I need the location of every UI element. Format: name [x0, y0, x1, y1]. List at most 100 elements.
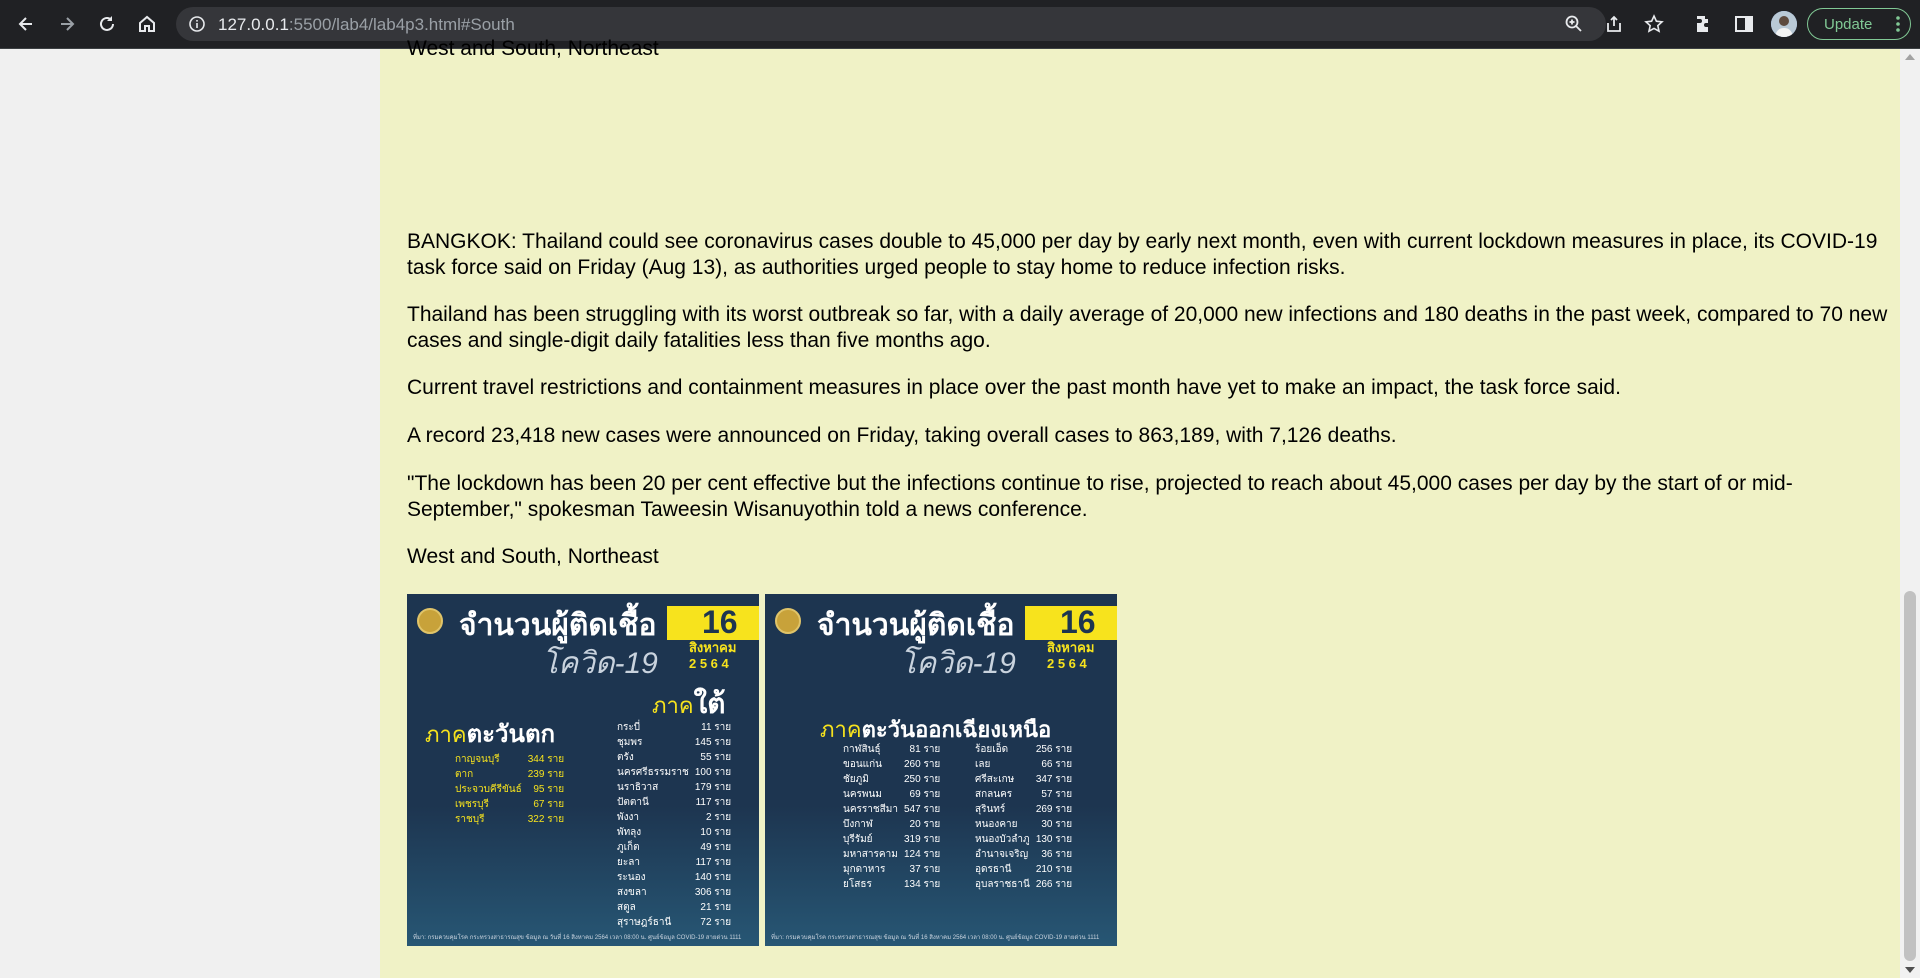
- province-row: สงขลา 306 ราย: [617, 885, 737, 900]
- province-name: ชุมพร: [617, 737, 643, 748]
- province-name: นครพนม: [843, 789, 882, 800]
- region-west-name: ตะวันตก: [466, 721, 556, 748]
- paragraph-1: BANGKOK: Thailand could see coronavirus …: [407, 230, 1878, 279]
- province-name: นราธิวาส: [617, 782, 659, 793]
- infographic-west-south: จำนวนผู้ติดเชื้อ 16 โควิด-19 สิงหาคม 2 5 …: [407, 594, 759, 946]
- case-count: 100 ราย: [694, 767, 732, 778]
- province-row: เพชรบุรี 67 ราย: [455, 797, 570, 812]
- province-name: ศรีสะเกษ: [975, 774, 1015, 785]
- paragraph-5: "The lockdown has been 20 per cent effec…: [407, 472, 1793, 521]
- province-name: นครราชสีมา: [843, 804, 898, 815]
- case-count: 55 ราย: [700, 752, 732, 763]
- case-count: 66 ราย: [1041, 759, 1073, 770]
- case-count: 256 ราย: [1035, 744, 1073, 755]
- region-prefix: ภาค: [820, 717, 862, 742]
- url-host: 127.0.0.1: [218, 15, 289, 34]
- province-name: บุรีรัมย์: [843, 834, 873, 845]
- province-row: เลย 66 ราย: [975, 757, 1078, 772]
- browser-toolbar: 127.0.0.1:5500/lab4/lab4p3.html#South Up…: [0, 0, 1920, 49]
- forward-button[interactable]: [51, 8, 83, 40]
- profile-avatar[interactable]: [1771, 11, 1797, 37]
- url-text[interactable]: 127.0.0.1:5500/lab4/lab4p3.html#South: [218, 15, 515, 35]
- province-name: ร้อยเอ็ด: [975, 744, 1009, 755]
- case-count: 81 ราย: [909, 744, 941, 755]
- province-name: สุราษฎร์ธานี: [617, 917, 672, 928]
- province-name: เพชรบุรี: [455, 799, 489, 810]
- ministry-seal-icon: [775, 608, 801, 634]
- province-row: หนองบัวลำภู 130 ราย: [975, 832, 1078, 847]
- case-count: 260 ราย: [903, 759, 941, 770]
- case-count: 547 ราย: [903, 804, 941, 815]
- bookmark-star-icon[interactable]: [1644, 14, 1664, 34]
- infographic-subtitle: โควิด-19: [542, 647, 658, 680]
- province-name: ยะลา: [617, 857, 640, 868]
- province-name: ตรัง: [617, 752, 634, 763]
- home-button[interactable]: [131, 8, 163, 40]
- case-count: 69 ราย: [909, 789, 941, 800]
- case-count: 250 ราย: [903, 774, 941, 785]
- case-count: 49 ราย: [700, 842, 732, 853]
- province-name: สตูล: [617, 902, 636, 913]
- province-name: หนองบัวลำภู: [975, 834, 1030, 845]
- ministry-seal-icon: [417, 608, 443, 634]
- case-count: 124 ราย: [903, 849, 941, 860]
- province-name: นครศรีธรรมราช: [617, 767, 689, 778]
- case-count: 57 ราย: [1041, 789, 1073, 800]
- case-count: 266 ราย: [1035, 879, 1073, 890]
- case-count: 11 ราย: [701, 722, 732, 733]
- update-label: Update: [1824, 15, 1873, 33]
- infographic-subtitle: โควิด-19: [900, 647, 1016, 680]
- province-row: กระบี่ 11 ราย: [617, 720, 737, 735]
- northeast-left-table: กาฬสินธุ์ 81 ราย ขอนแก่น 260 ราย ชัยภูมิ 250 …: [843, 742, 946, 892]
- province-row: อุบลราชธานี 266 ราย: [975, 877, 1078, 892]
- share-icon[interactable]: [1604, 14, 1624, 34]
- reload-icon: [100, 16, 114, 31]
- province-row: นครราชสีมา 547 ราย: [843, 802, 946, 817]
- province-name: ตาก: [455, 769, 474, 780]
- case-count: 239 ราย: [527, 769, 565, 780]
- province-row: มุกดาหาร 37 ราย: [843, 862, 946, 877]
- province-name: พัทลุง: [617, 827, 642, 838]
- province-row: อำนาจเจริญ 36 ราย: [975, 847, 1078, 862]
- arrow-right-icon: [61, 17, 75, 31]
- province-name: กาญจนบุรี: [455, 754, 500, 765]
- extensions-icon[interactable]: [1692, 12, 1716, 36]
- province-row: ตรัง 55 ราย: [617, 750, 737, 765]
- province-row: บึงกาฬ 20 ราย: [843, 817, 946, 832]
- province-row: พัทลุง 10 ราย: [617, 825, 737, 840]
- case-count: 10 ราย: [700, 827, 732, 838]
- case-count: 145 ราย: [694, 737, 732, 748]
- province-row: นราธิวาส 179 ราย: [617, 780, 737, 795]
- province-name: อำนาจเจริญ: [975, 849, 1029, 860]
- province-name: สุรินทร์: [975, 804, 1006, 815]
- case-count: 117 ราย: [695, 857, 732, 868]
- province-name: ชัยภูมิ: [843, 774, 869, 785]
- infographic-footer: ที่มา: กรมควบคุมโรค กระทรวงสาธารณสุข ข้อ…: [771, 935, 1100, 941]
- scroll-down-arrow-icon[interactable]: [1905, 967, 1915, 973]
- region-south-name: ใต้: [693, 688, 726, 719]
- paragraph-4: A record 23,418 new cases were announced…: [407, 424, 1397, 447]
- case-count: 347 ราย: [1035, 774, 1073, 785]
- month-text: สิงหาคม: [689, 640, 737, 655]
- year-text: 2 5 6 4: [689, 656, 729, 671]
- province-row: กาญจนบุรี 344 ราย: [455, 752, 570, 767]
- info-icon[interactable]: [188, 15, 206, 33]
- province-row: ราชบุรี 322 ราย: [455, 812, 570, 827]
- address-bar[interactable]: 127.0.0.1:5500/lab4/lab4p3.html#South: [176, 7, 1664, 41]
- side-panel-icon[interactable]: [1732, 12, 1756, 36]
- province-row: พังงา 2 ราย: [617, 810, 737, 825]
- update-button[interactable]: Update: [1807, 8, 1911, 40]
- province-row: ศรีสะเกษ 347 ราย: [975, 772, 1078, 787]
- scroll-up-arrow-icon[interactable]: [1905, 54, 1915, 60]
- page-scrollbar[interactable]: [1900, 49, 1920, 978]
- zoom-icon[interactable]: [1564, 14, 1584, 34]
- arrow-left-icon: [18, 17, 32, 31]
- province-row: ชัยภูมิ 250 ราย: [843, 772, 946, 787]
- avatar-icon: [1771, 11, 1797, 37]
- reload-button[interactable]: [91, 8, 123, 40]
- scroll-thumb[interactable]: [1904, 591, 1916, 961]
- case-count: 72 ราย: [700, 917, 732, 928]
- province-name: ระนอง: [617, 872, 646, 883]
- case-count: 20 ราย: [909, 819, 941, 830]
- back-button[interactable]: [10, 8, 42, 40]
